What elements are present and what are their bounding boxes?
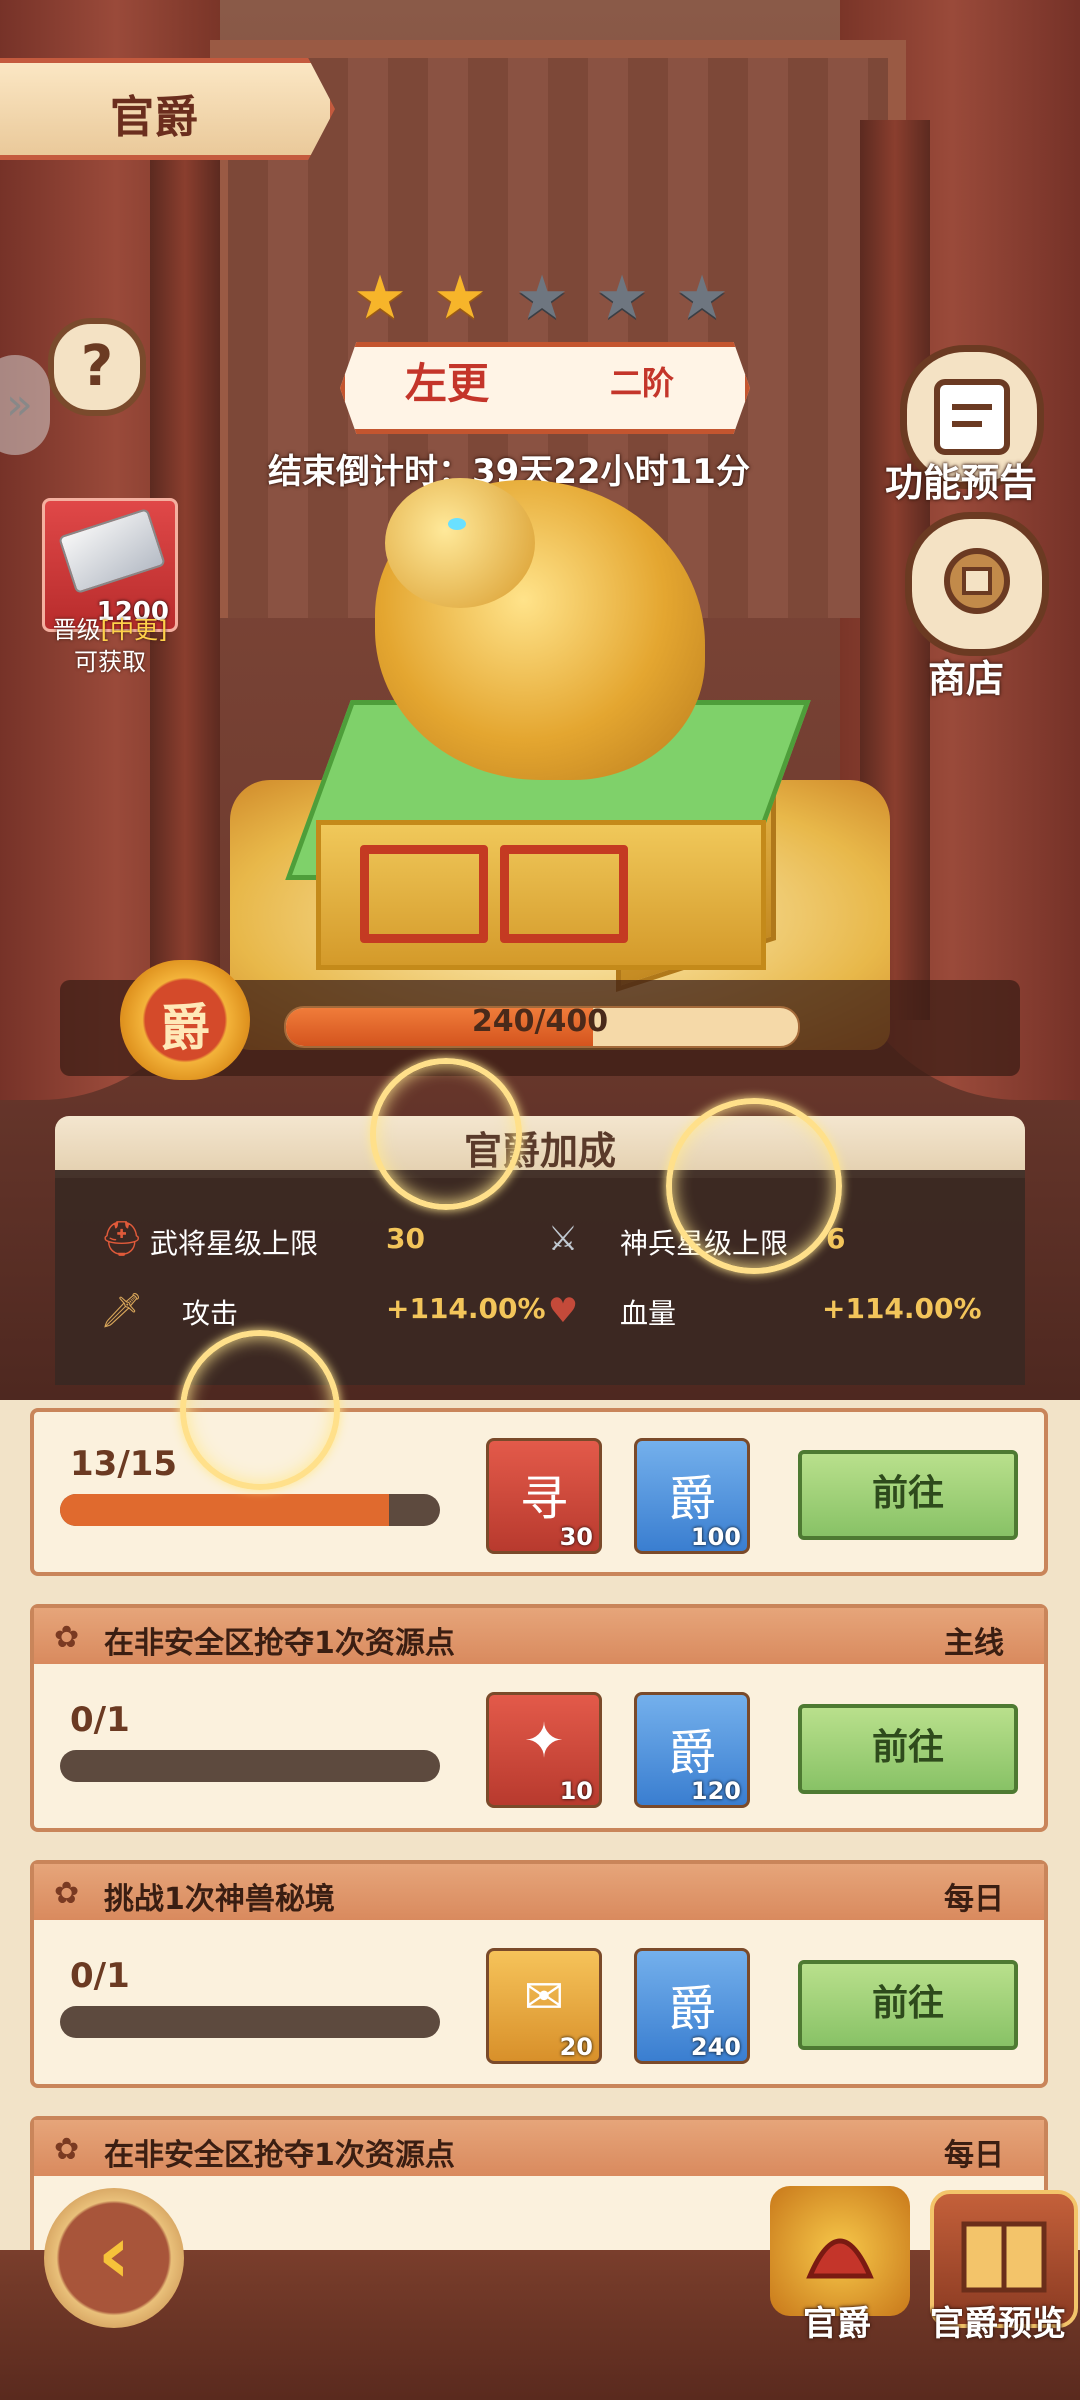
go-button[interactable]: 前往 [798,1960,1018,2050]
task-header: ✿ 在非安全区抢夺1次资源点 每日 [34,2120,1044,2176]
task-header: ✿ 挑战1次神兽秘境 每日 [34,1864,1044,1920]
nav-rank-label: 官爵 [803,2304,871,2344]
task-progress-bar [60,1750,440,1782]
task-progress-fill [60,1494,390,1526]
page-title: 官爵 [110,92,198,143]
label-suffix: 可获取 [74,648,146,676]
reward-count: 30 [559,1523,593,1551]
rank-medal-icon: 爵 [667,1471,716,1527]
rank-badge: 爵 [120,960,250,1080]
stat-label: 攻击 [182,1297,239,1330]
shop-label: 商店 [928,657,1005,701]
promotion-reward-item[interactable]: 1200 [42,498,178,632]
tap-indicator-ring [370,1058,522,1210]
task-type: 主线 [944,1626,1004,1661]
go-button[interactable]: 前往 [798,1450,1018,1540]
tap-indicator-ring [666,1098,842,1274]
rank-progress-text: 240/400 [471,1004,609,1039]
helmet-icon: ⛑ [100,1219,144,1259]
title-tab: 官爵 [0,58,335,160]
task-card: ✿ 挑战1次神兽秘境 每日 0/1 ✉ 20 爵 240 前往 [30,1860,1048,2088]
heart-icon: ♥ [547,1291,579,1331]
silver-ingot-icon [58,507,166,595]
task-progress-text: 0/1 [70,1956,130,1996]
star-icon: ★ [595,263,649,333]
flower-icon: ✿ [54,1876,80,1911]
bonus-panel [55,1170,1025,1385]
weapon-icon: ⚔ [547,1219,579,1259]
sword-icon: 🗡 [100,1291,144,1331]
tap-indicator-ring [180,1330,340,1490]
nav-rank-preview-label: 官爵预览 [930,2304,1066,2344]
reward-count: 10 [559,1777,593,1805]
pedestal-pattern [500,845,628,943]
reward-count: 120 [690,1777,741,1805]
back-button[interactable]: ‹ [44,2188,184,2328]
rank-name: 左更 [405,359,490,408]
label-highlight: [中更] [100,616,168,644]
reward-count: 100 [690,1523,741,1551]
reward-item[interactable]: 爵 120 [634,1692,750,1808]
flower-icon: ✿ [54,1620,80,1655]
claw-icon: ✦ [523,1713,565,1769]
question-icon: ? [80,334,114,399]
reward-item[interactable]: 爵 240 [634,1948,750,2064]
task-header: ✿ 在非安全区抢夺1次资源点 主线 [34,1608,1044,1664]
bonus-title: 官爵加成 [463,1129,616,1173]
feature-preview-label: 功能预告 [885,461,1038,505]
promotion-reward-label: 晋级[中更] 可获取 [20,614,200,678]
rank-badge-glyph: 爵 [160,999,210,1057]
stat-label: 血量 [620,1297,677,1330]
rank-banner [340,342,750,434]
star-icon: ★ [675,263,729,333]
double-chevron-icon: » [6,379,33,430]
task-type: 每日 [944,1882,1004,1917]
task-progress-text: 0/1 [70,1700,130,1740]
reward-count: 20 [559,2033,593,2061]
beast-eye [448,518,466,530]
star-icon: ★ [353,263,407,333]
reward-item[interactable]: 寻 30 [486,1438,602,1554]
stat-value: 30 [386,1222,425,1255]
ticket-icon: 寻 [519,1471,568,1527]
task-type: 每日 [944,2138,1004,2173]
rank-medal-icon: 爵 [667,1725,716,1781]
side-expand-button[interactable]: » [0,355,50,455]
back-arrow-icon: ‹ [97,2208,131,2301]
reward-item[interactable]: ✦ 10 [486,1692,602,1808]
help-button[interactable]: ? [48,318,146,416]
go-button[interactable]: 前往 [798,1704,1018,1794]
stat-value: +114.00% [386,1292,546,1325]
reward-item[interactable]: ✉ 20 [486,1948,602,2064]
task-card: ✿ 在非安全区抢夺1次资源点 主线 0/1 ✦ 10 爵 120 前往 [30,1604,1048,1832]
star-icon: ★ [433,263,487,333]
reward-count: 240 [690,2033,741,2061]
task-progress-text: 13/15 [70,1444,178,1484]
task-name: 在非安全区抢夺1次资源点 [104,2138,455,2173]
card-pack-icon: ✉ [523,1969,565,2025]
stat-label: 武将星级上限 [150,1227,319,1260]
shop-button[interactable] [905,512,1049,656]
task-name: 在非安全区抢夺1次资源点 [104,1626,455,1661]
beast-head [385,478,535,608]
stat-value: +114.00% [822,1292,982,1325]
label-prefix: 晋级 [52,616,101,644]
task-progress-bar [60,2006,440,2038]
rank-tier: 二阶 [610,364,675,402]
flower-icon: ✿ [54,2132,80,2167]
shop-icon [944,548,1010,614]
reward-item[interactable]: 爵 100 [634,1438,750,1554]
task-name: 挑战1次神兽秘境 [104,1882,335,1917]
rank-medal-icon: 爵 [667,1981,716,2037]
pedestal-pattern [360,845,488,943]
task-progress-bar [60,1494,440,1526]
star-icon: ★ [515,263,569,333]
